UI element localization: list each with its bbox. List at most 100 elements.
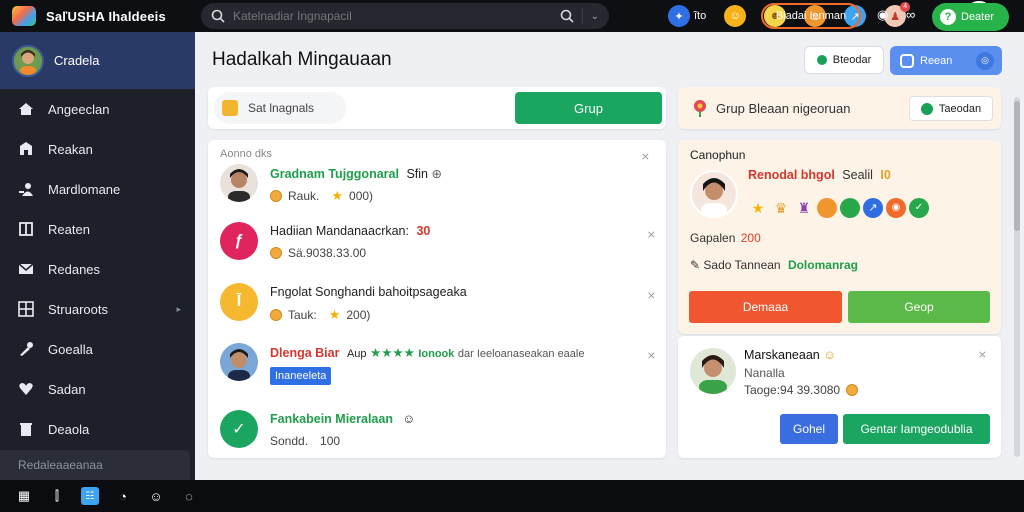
item-title: Gradnam Tujggonaral Sfin ⊕: [270, 167, 442, 181]
sidebar-item-angeeclan[interactable]: Angeeclan: [0, 89, 195, 129]
app-icon[interactable]: ☷: [81, 487, 99, 505]
chevron-down-icon[interactable]: ⌄: [591, 11, 599, 22]
close-icon[interactable]: ⨯: [647, 228, 656, 241]
taskbar: ▦ ⫿ ☷ ◔ ☺ ◌: [0, 480, 1024, 512]
search-input[interactable]: [233, 9, 560, 23]
green-dot-icon: [816, 55, 827, 65]
item-title: Hadiian Mandanaacrkan: 30: [270, 224, 431, 238]
secondary-button[interactable]: Bteodar: [804, 46, 884, 74]
sidebar-item-sadan[interactable]: Sadan: [0, 369, 195, 409]
profile-meta: ✎ Sado Tannean Dolomanrag: [690, 258, 858, 272]
feed-panel: Aonno dks ⨯ Gradnam Tujggonaral Sfin ⊕ R…: [208, 140, 666, 458]
sidebar-item-deaola[interactable]: Deaola: [0, 409, 195, 449]
link-icon[interactable]: ∞: [906, 7, 915, 22]
search-bar[interactable]: ⌄: [201, 3, 609, 29]
list-item[interactable]: Gradnam Tujggonaral Sfin ⊕ Rauk. ★ 000): [220, 164, 660, 220]
arrow-icon: ↗: [863, 198, 883, 218]
home-icon: [18, 101, 34, 117]
sidebar-item-label: Goealla: [48, 341, 93, 357]
green-dot-icon: [920, 102, 933, 115]
item-meta: Sondd. 100: [270, 434, 341, 448]
sidebar-item-mardlomane[interactable]: Mardlomane: [0, 169, 195, 209]
item-meta: Tauk: ★ 200): [270, 307, 370, 323]
sidebar-item-goealla[interactable]: Goealla: [0, 329, 195, 369]
primary-button[interactable]: Reean ◎: [890, 46, 1002, 75]
coin-icon: [270, 247, 282, 259]
profile-action-button[interactable]: Demaaa: [689, 291, 842, 323]
sidebar-item-redanes[interactable]: Redanes: [0, 249, 195, 289]
chart-icon[interactable]: ⫿: [48, 487, 66, 505]
check-icon: ✓: [909, 198, 929, 218]
globe-icon[interactable]: ✦: [668, 5, 690, 27]
notice-button[interactable]: Taeodan: [909, 96, 993, 121]
close-icon[interactable]: ⨯: [647, 289, 656, 302]
crown-icon: ♛: [774, 200, 788, 216]
item-meta: Sä.9038.33.00: [270, 246, 366, 260]
scrollbar[interactable]: [1014, 97, 1020, 457]
contact-subtitle: Nanalla: [744, 366, 785, 380]
info-icon: ⊕: [431, 167, 442, 181]
filter-bar: Sat lnagnals Grup: [208, 87, 666, 129]
list-item[interactable]: ✓ Fankabein Mieralaan ☺ Sondd. 100: [220, 410, 660, 466]
brand[interactable]: SaľUSHA Ihaldeeis: [0, 0, 195, 32]
options-icon[interactable]: ◎: [976, 51, 994, 70]
sidebar-avatar: [12, 44, 44, 77]
filter-pill-label: Sat lnagnals: [248, 101, 315, 115]
flower-icon: [690, 98, 710, 118]
notice-text: Grup Bleaan nigeoruan: [716, 101, 851, 116]
close-icon[interactable]: ⨯: [978, 348, 987, 361]
notice-bar: Grup Bleaan nigeoruan Taeodan: [678, 87, 1001, 129]
sidebar-item-reakan[interactable]: Reakan: [0, 129, 195, 169]
sidebar-item-label: Sadan: [48, 381, 86, 397]
coin-icon: ◉: [886, 198, 906, 218]
coin-icon: [270, 190, 282, 202]
sidebar-item-struaroots[interactable]: Struaroots ▸: [0, 289, 195, 329]
people-icon: [18, 181, 34, 197]
list-item[interactable]: ƒ Hadiian Mandanaacrkan: 30 Sä.9038.33.0…: [220, 222, 660, 278]
group-button[interactable]: Grup: [515, 92, 662, 124]
search-submit-icon[interactable]: [560, 9, 574, 23]
profile-group-button[interactable]: Geop: [848, 291, 990, 323]
square-icon: [900, 53, 914, 68]
item-title: Dlenga Biar Aup ★★★★ Ionook dar Ieeloana…: [270, 346, 585, 360]
sidebar-bottom-item[interactable]: Redaleaaeanaa: [0, 450, 190, 480]
profile-stat: Gapalen 200: [690, 231, 761, 245]
smile-icon: ☺: [823, 348, 836, 362]
windows-icon[interactable]: ▦: [15, 487, 33, 505]
scrollbar-thumb[interactable]: [1014, 101, 1020, 231]
clock-icon[interactable]: ◔: [114, 487, 132, 505]
list-item[interactable]: Ī Fngolat Songhandi bahoitpsageaka Tauk:…: [220, 283, 660, 339]
close-icon[interactable]: ⨯: [647, 349, 656, 362]
help-icon: ?: [940, 9, 956, 25]
sidebar-item-reaten[interactable]: Reaten: [0, 209, 195, 249]
contact-secondary-button[interactable]: Gentar Iamgeodublia: [843, 414, 990, 444]
grid-icon: [18, 301, 34, 317]
smile-icon[interactable]: ☺: [724, 5, 747, 27]
close-icon[interactable]: ⨯: [641, 150, 650, 163]
building-icon: [18, 141, 34, 157]
taskbar-cta-button[interactable]: ? Deater: [932, 3, 1009, 31]
feed-header: Aonno dks: [220, 148, 272, 160]
smile-icon[interactable]: ☺: [147, 487, 165, 505]
search-icon: [211, 9, 225, 23]
chat-icon[interactable]: ◌: [180, 487, 198, 505]
mail-icon: [18, 261, 34, 277]
leaf-icon: [840, 198, 860, 218]
trash-icon: [18, 421, 34, 437]
contact-card: Marskaneaan ☺ Nanalla Taoge:94 39.3080 ⨯…: [678, 336, 1001, 458]
sidebar-user[interactable]: Cradela: [0, 32, 195, 89]
heart-icon: [18, 381, 34, 397]
info-icon[interactable]: ◉: [877, 7, 888, 23]
filter-pill[interactable]: Sat lnagnals: [214, 92, 346, 124]
contact-primary-button[interactable]: Gohel: [780, 414, 838, 444]
sidebar-item-label: Redanes: [48, 261, 101, 277]
list-item[interactable]: Dlenga Biar Aup ★★★★ Ionook dar Ieeloana…: [220, 343, 660, 399]
taskbar-pill-button[interactable]: Biadai Ienman: [761, 3, 861, 29]
avatar: ✓: [220, 410, 258, 448]
item-meta: Inaneeleta: [270, 367, 332, 385]
sidebar-bottom-label: Redaleaaeanaa: [18, 458, 103, 472]
primary-button-label: Reean: [920, 54, 953, 67]
coin-icon: [846, 384, 859, 396]
avatar: [220, 164, 258, 202]
emoji-icon: ☺: [402, 412, 416, 426]
